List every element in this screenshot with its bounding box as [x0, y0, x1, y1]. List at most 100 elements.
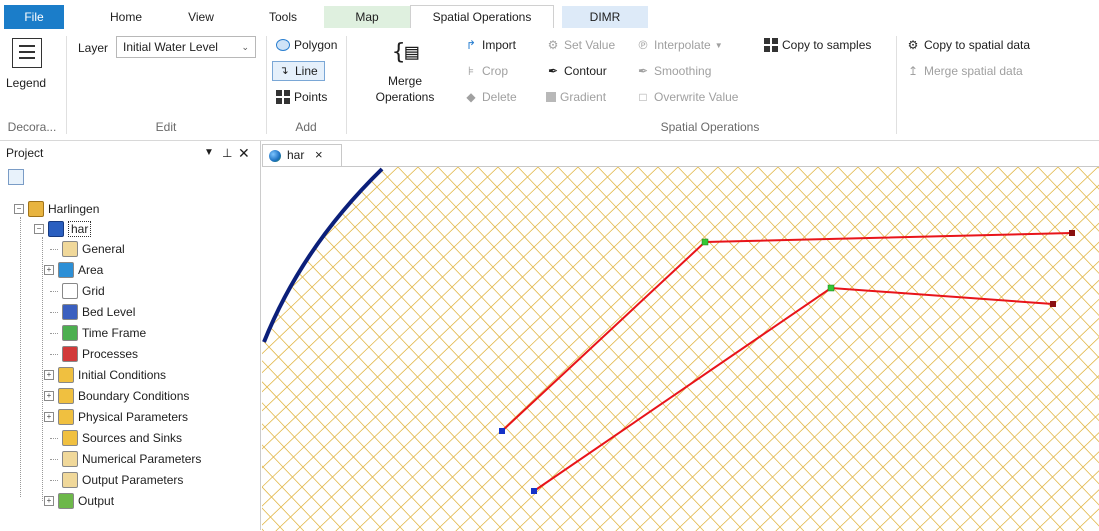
expand-icon[interactable]: + — [44, 265, 54, 275]
tree-item[interactable]: Output Parameters — [50, 470, 183, 490]
delete-button[interactable]: ◆ Delete — [464, 90, 517, 104]
document-tab-har[interactable]: har × — [262, 144, 342, 167]
grid-line — [617, 167, 965, 531]
tab-map[interactable]: Map — [324, 6, 410, 28]
vertex-marker[interactable] — [701, 238, 709, 246]
tree-connector — [50, 353, 58, 355]
tree-item[interactable]: + Initial Conditions — [44, 365, 166, 385]
tree-item[interactable]: Sources and Sinks — [50, 428, 182, 448]
grid-line — [1055, 489, 1099, 531]
tree-item-icon — [62, 346, 78, 362]
tree-item[interactable]: Numerical Parameters — [50, 449, 201, 469]
grid-line — [937, 167, 1099, 338]
expand-icon[interactable]: + — [44, 496, 54, 506]
delete-label: Delete — [482, 90, 517, 104]
map-view[interactable] — [262, 166, 1099, 531]
map-canvas[interactable] — [262, 167, 1099, 531]
tree-connector — [50, 458, 58, 460]
points-button[interactable]: Points — [276, 90, 327, 104]
grid-line — [657, 167, 1005, 531]
grid-line — [397, 167, 745, 531]
expand-icon[interactable]: + — [44, 412, 54, 422]
grid-line — [637, 167, 985, 531]
vertex-marker[interactable] — [827, 284, 835, 292]
overwrite-value-button[interactable]: □ Overwrite Value — [636, 90, 738, 104]
tree-item[interactable]: + Boundary Conditions — [44, 386, 189, 406]
tree-item[interactable]: Time Frame — [50, 323, 146, 343]
tree-item[interactable]: Bed Level — [50, 302, 135, 322]
import-button[interactable]: ↱ Import — [464, 38, 516, 52]
tree-item-label: Output — [78, 494, 115, 508]
line-button[interactable]: ↴ Line — [272, 61, 325, 81]
tree-connector — [50, 332, 58, 334]
copy-to-spatial-data-button[interactable]: ⚙ Copy to spatial data — [906, 38, 1030, 52]
collapse-icon[interactable]: − — [34, 224, 44, 234]
polygon-label: Polygon — [294, 38, 338, 52]
tree-connector — [50, 437, 58, 439]
tree-item[interactable]: + Area — [44, 260, 103, 280]
dropdown-arrow-icon[interactable]: ▼ — [204, 141, 214, 165]
separator — [66, 36, 67, 134]
grid-line — [715, 167, 1099, 531]
tree-item-label: Numerical Parameters — [82, 452, 202, 466]
set-value-button[interactable]: ⚙ Set Value — [546, 38, 616, 52]
grid-line — [475, 167, 859, 531]
vertex-end-marker[interactable] — [1050, 301, 1056, 307]
grid-line — [655, 167, 1039, 531]
tree-line — [42, 237, 44, 501]
pin-icon[interactable]: ⊥ — [222, 141, 232, 165]
tree-item[interactable]: Processes — [50, 344, 138, 364]
project-icon — [28, 201, 44, 217]
project-panel-header: Project ▼ ⊥ ✕ — [0, 141, 260, 165]
tree-item-icon — [62, 304, 78, 320]
crop-button[interactable]: ⊧ Crop — [464, 64, 508, 78]
interpolate-button[interactable]: ℗ Interpolate ▼ — [636, 38, 723, 52]
copy-to-samples-button[interactable]: Copy to samples — [764, 38, 871, 52]
expand-icon[interactable]: + — [44, 370, 54, 380]
vertex-start-marker[interactable] — [531, 488, 537, 494]
tab-tools[interactable]: Tools — [258, 6, 308, 28]
legend-button[interactable]: Legend — [6, 76, 46, 90]
ribbon: Legend Decora... Layer Initial Water Lev… — [0, 30, 1099, 141]
copy-to-samples-label: Copy to samples — [782, 38, 872, 52]
tree-item[interactable]: Grid — [50, 281, 105, 301]
tree-item[interactable]: General — [50, 239, 125, 259]
set-value-label: Set Value — [564, 38, 616, 52]
grid-line — [717, 167, 1065, 531]
model-icon — [48, 221, 64, 237]
tree-item-label: har — [68, 221, 92, 237]
polygon-button[interactable]: Polygon — [276, 38, 337, 52]
tree-item-har[interactable]: − har — [34, 219, 92, 239]
merge-operations-button[interactable]: {▤ Merge Operations — [360, 32, 450, 114]
polyline-upper[interactable] — [501, 232, 1073, 432]
layer-select[interactable]: Initial Water Level ⌄ — [116, 36, 256, 58]
tree-item-harlingen[interactable]: − Harlingen — [14, 199, 99, 219]
smoothing-button[interactable]: ✒ Smoothing — [636, 64, 711, 78]
tab-view[interactable]: View — [176, 6, 226, 28]
close-icon[interactable]: ✕ — [238, 141, 250, 165]
tree-item-icon — [62, 430, 78, 446]
project-title: Project — [6, 146, 44, 160]
merge-spatial-data-button[interactable]: ↥ Merge spatial data — [906, 64, 1023, 78]
contour-button[interactable]: ✒ Contour — [546, 64, 607, 78]
vertex-start-marker[interactable] — [499, 428, 505, 434]
tab-file[interactable]: File — [4, 5, 64, 29]
tab-dimr[interactable]: DIMR — [562, 6, 648, 28]
set-value-icon: ⚙ — [547, 38, 559, 52]
merge-spatial-data-label: Merge spatial data — [924, 64, 1023, 78]
grid-line — [895, 336, 1099, 531]
tab-spatial-operations[interactable]: Spatial Operations — [410, 5, 554, 28]
vertex-end-marker[interactable] — [1069, 230, 1075, 236]
gradient-button[interactable]: Gradient — [546, 90, 606, 104]
expand-icon[interactable]: + — [44, 391, 54, 401]
sync-icon[interactable] — [8, 169, 24, 185]
collapse-icon[interactable]: − — [14, 204, 24, 214]
grid-line — [737, 167, 1085, 531]
polyline-lower[interactable] — [533, 286, 1054, 492]
tree-item[interactable]: + Output — [44, 491, 115, 511]
grid-line — [675, 167, 1059, 531]
tab-home[interactable]: Home — [96, 6, 156, 28]
tree-item[interactable]: + Physical Parameters — [44, 407, 188, 427]
close-icon[interactable]: × — [315, 147, 323, 162]
tree-item-label: General — [82, 242, 125, 256]
